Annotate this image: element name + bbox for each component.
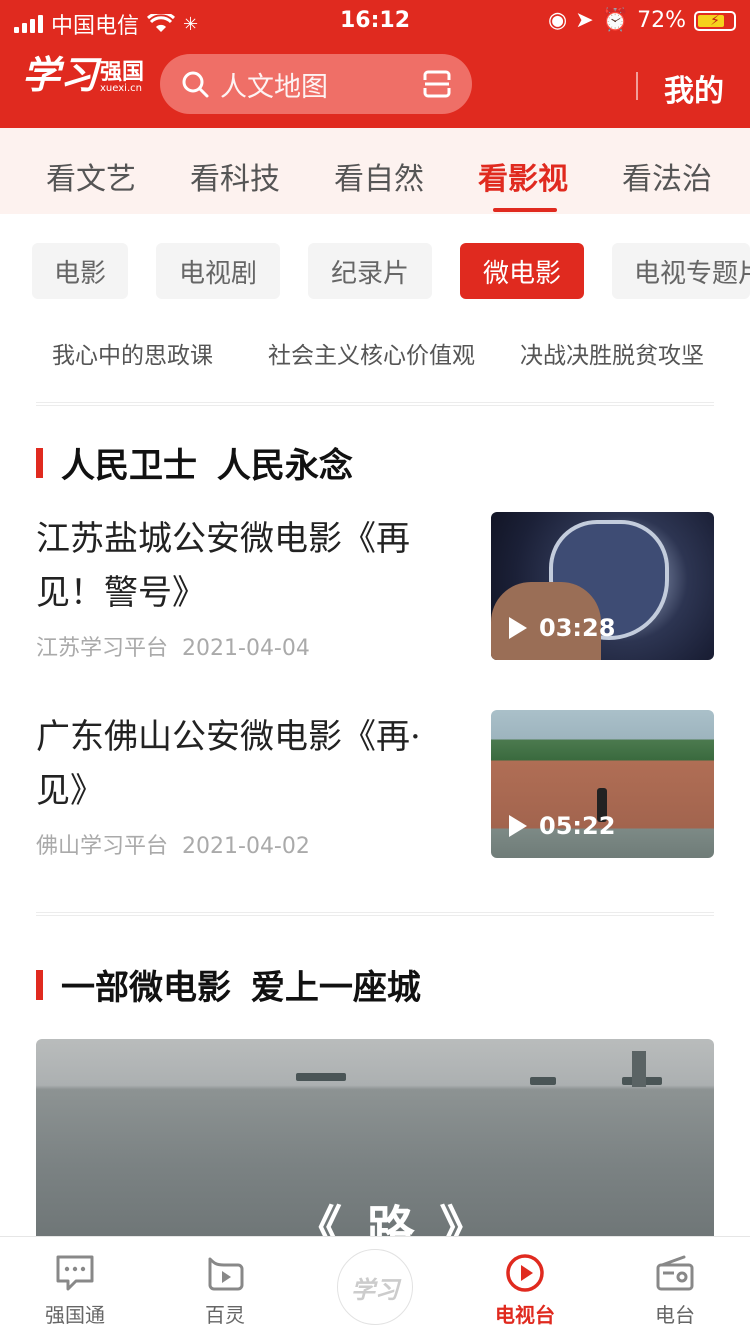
video-duration: 03:28 [539,614,616,642]
section-accent-bar [36,969,43,1000]
tab-label: 电视台 [495,1303,555,1327]
chip-1[interactable]: 电视剧 [156,243,280,299]
header-divider [636,72,638,100]
tab-category-2[interactable]: 看自然 [334,154,424,198]
active-tab-indicator [493,208,557,212]
section-accent-bar [36,447,43,478]
section-title: 人民卫士 人民永念 [61,446,353,486]
battery-percent: 72% [637,8,686,33]
banner-art [632,1051,646,1087]
play-icon [509,815,527,837]
radio-icon [656,1255,694,1291]
subcategory-chips: 电影 电视剧 纪录片 微电影 电视专题片 [0,243,750,299]
topic-tag-1[interactable]: 社会主义核心价值观 [268,336,475,370]
category-tabs: 看文艺 看科技 看自然 看影视 看法治 [0,128,750,214]
tab-radio[interactable]: 电台 [600,1237,750,1335]
battery-icon: ⚡ [694,10,736,31]
banner-art [296,1073,346,1081]
location-icon: ➤ [575,8,594,33]
tab-bailing[interactable]: 百灵 [150,1237,300,1335]
alarm-icon: ⏰ [601,8,630,33]
tab-qiangguotong[interactable]: 强国通 [0,1237,150,1335]
chip-3[interactable]: 微电影 [460,243,584,299]
item-date: 2021-04-04 [182,636,310,661]
app-header: 中国电信 ✳ 16:12 ◉ ➤ ⏰ 72% ⚡ 学习 强国 xuexi.cn … [0,0,750,128]
search-input[interactable]: 人文地图 [160,54,472,114]
item-title[interactable]: 广东佛山公安微电影《再·见》 [36,710,446,818]
item-meta: 佛山学习平台 2021-04-02 [36,828,310,860]
bottom-tab-bar: 强国通 百灵 学习 电视台 电台 [0,1236,750,1334]
item-meta: 江苏学习平台 2021-04-04 [36,630,310,662]
mine-button[interactable]: 我的 [664,66,724,110]
item-source: 佛山学习平台 [36,834,169,859]
item-title[interactable]: 江苏盐城公安微电影《再见！警号》 [36,512,446,620]
list-item[interactable]: 江苏盐城公安微电影《再见！警号》 江苏学习平台 2021-04-04 03:28 [36,512,714,662]
chip-4[interactable]: 电视专题片 [612,243,750,299]
logo-script: 学习 [22,52,99,97]
play-overlay: 03:28 [509,614,615,642]
video-duration: 05:22 [539,812,616,840]
chip-0[interactable]: 电影 [32,243,128,299]
section-title: 一部微电影 爱上一座城 [61,968,421,1008]
logo-text: 强国 [100,60,145,85]
tab-label: 电台 [655,1303,695,1327]
list-item[interactable]: 广东佛山公安微电影《再·见》 佛山学习平台 2021-04-02 05:22 [36,710,714,860]
search-placeholder: 人文地图 [220,71,328,103]
item-source: 江苏学习平台 [36,636,169,661]
orientation-lock-icon: ◉ [548,8,568,33]
tab-label: 强国通 [45,1303,105,1327]
tab-category-1[interactable]: 看科技 [190,154,280,198]
scan-icon[interactable] [422,69,452,99]
app-logo[interactable]: 学习 强国 xuexi.cn [22,56,144,94]
tab-label: 百灵 [205,1303,245,1327]
video-play-icon [208,1257,244,1291]
tab-category-4[interactable]: 看法治 [622,154,712,198]
tab-label: 学习 [351,1274,399,1304]
section-divider [36,912,714,916]
topic-tag-2[interactable]: 决战决胜脱贫攻坚 [520,336,704,370]
search-icon [182,71,209,98]
tab-xuexi-home[interactable]: 学习 [300,1237,450,1335]
item-date: 2021-04-02 [182,834,310,859]
section-heading: 人民卫士 人民永念 [36,438,353,487]
banner-art [530,1077,556,1085]
video-thumbnail[interactable]: 03:28 [491,512,714,660]
tab-tv[interactable]: 电视台 [450,1237,600,1335]
section-divider [36,402,714,406]
logo-sub: xuexi.cn [100,83,142,94]
topic-tag-0[interactable]: 我心中的思政课 [52,336,213,370]
play-overlay: 05:22 [509,812,615,840]
chat-icon [56,1255,94,1291]
play-circle-icon [506,1254,544,1292]
tab-category-0[interactable]: 看文艺 [46,154,136,198]
xuexi-logo-icon: 学习 [337,1249,413,1325]
featured-video-banner[interactable]: 《 路 》 [36,1039,714,1249]
tab-category-3[interactable]: 看影视 [478,154,568,198]
play-icon [509,617,527,639]
chip-2[interactable]: 纪录片 [308,243,432,299]
section-heading: 一部微电影 爱上一座城 [36,960,421,1009]
video-thumbnail[interactable]: 05:22 [491,710,714,858]
status-bar: 中国电信 ✳ 16:12 ◉ ➤ ⏰ 72% ⚡ [0,0,750,40]
